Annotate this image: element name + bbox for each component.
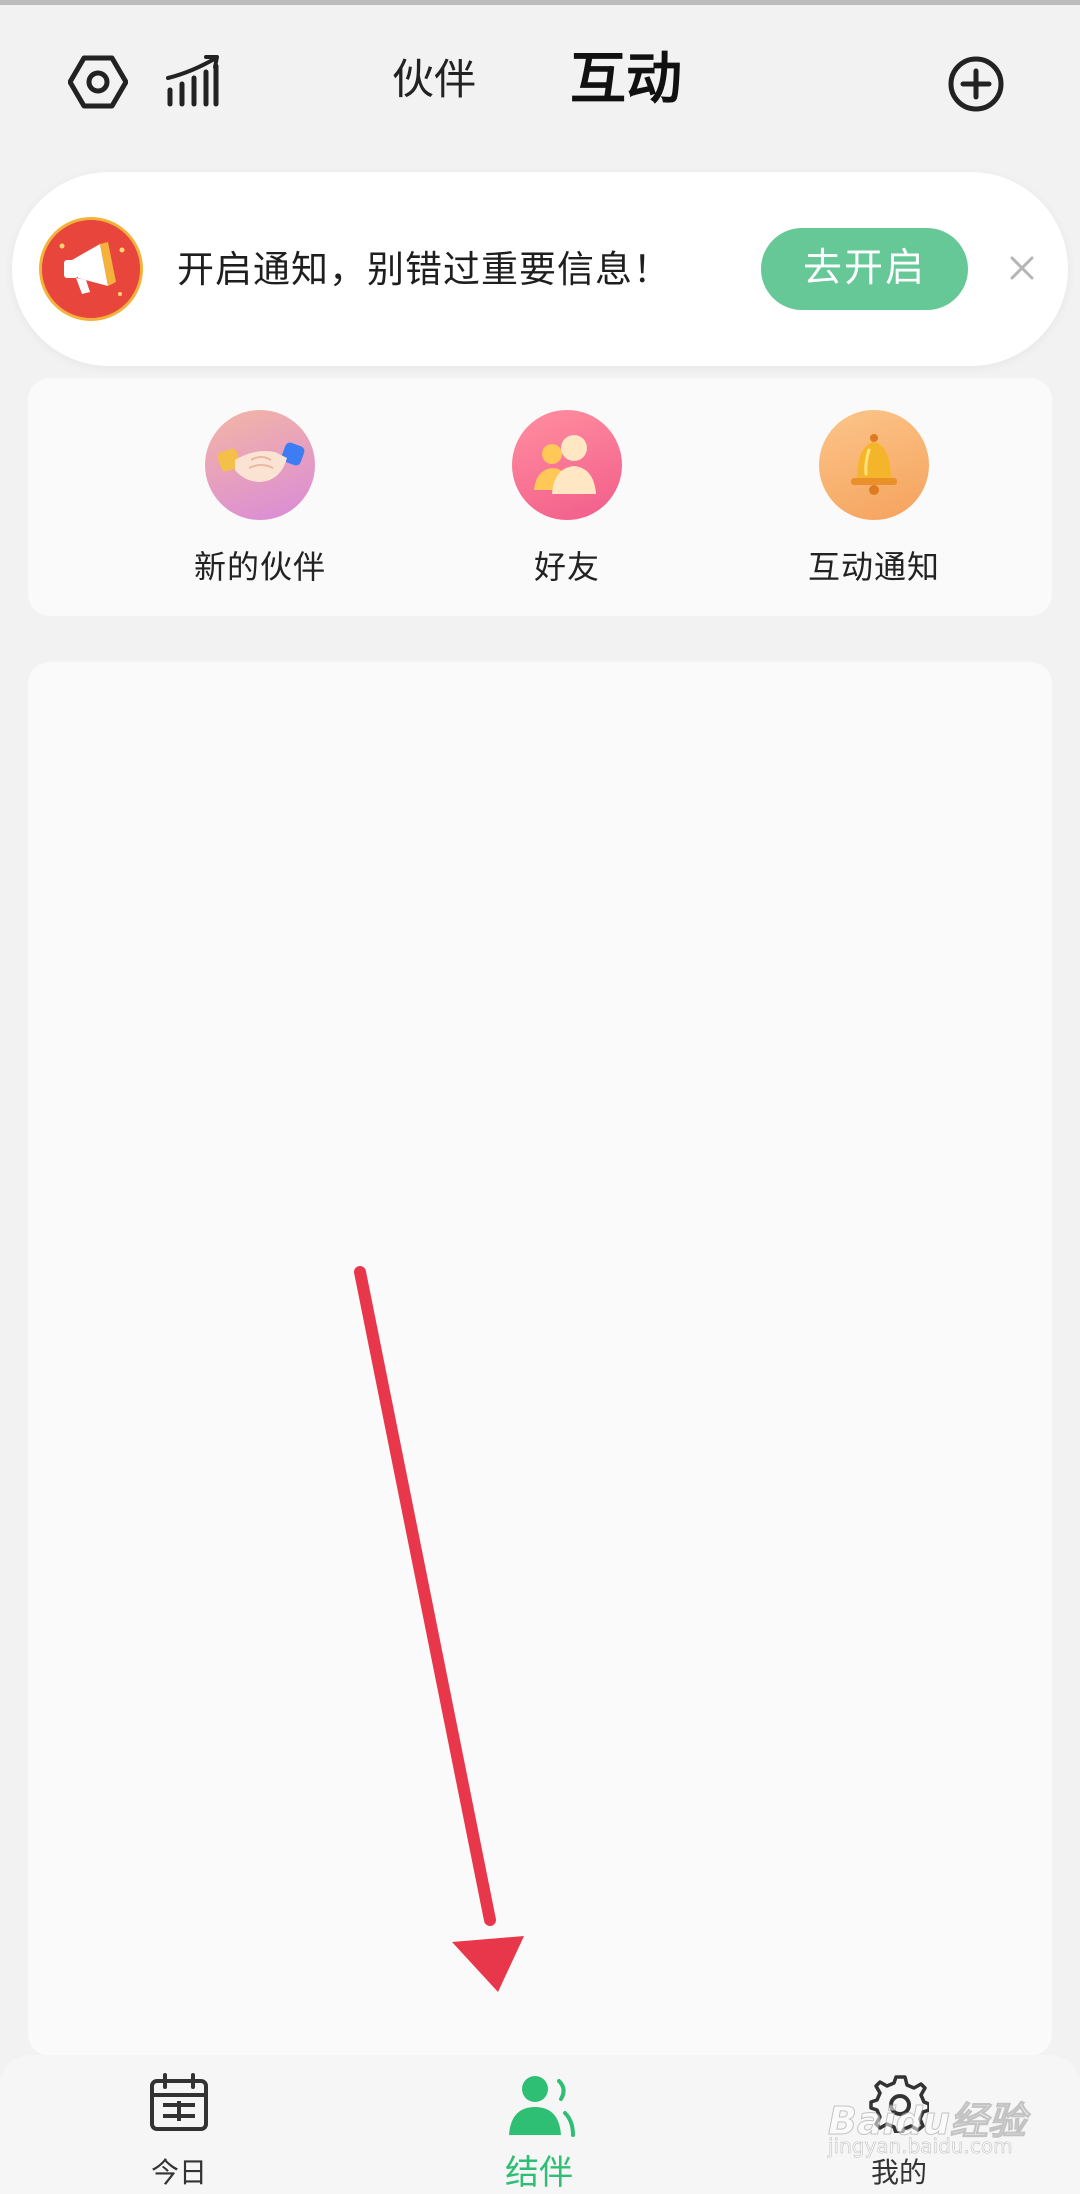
baidu-watermark: Baidu经验 jingyan.baidu.com: [828, 2082, 1048, 2162]
bell-icon: [819, 410, 929, 520]
watermark-url: jingyan.baidu.com: [828, 2134, 1013, 2159]
header: 伙伴 互动: [0, 0, 1080, 170]
stats-icon[interactable]: [162, 52, 222, 112]
friends-icon: [512, 410, 622, 520]
calendar-icon: [149, 2073, 209, 2133]
quick-actions: 新的伙伴 好友 互动通知: [28, 378, 1052, 616]
megaphone-icon: [39, 217, 143, 321]
tab-partner[interactable]: 伙伴: [392, 40, 476, 120]
nav-item-partner[interactable]: 结伴: [439, 2055, 639, 2194]
hexagon-settings-icon[interactable]: [68, 52, 128, 112]
quick-action-new-partner[interactable]: 新的伙伴: [170, 410, 350, 588]
notification-message: 开启通知，别错过重要信息！: [177, 248, 671, 291]
enable-notification-button[interactable]: 去开启: [761, 228, 968, 310]
quick-action-friends[interactable]: 好友: [477, 410, 657, 588]
handshake-icon: [205, 410, 315, 520]
interaction-list: [28, 662, 1052, 2056]
close-icon[interactable]: [1002, 248, 1042, 288]
add-circle-icon[interactable]: [946, 54, 1006, 114]
quick-action-interaction-notice[interactable]: 互动通知: [784, 410, 964, 588]
notification-banner: 开启通知，别错过重要信息！ 去开启: [12, 172, 1068, 366]
annotation-arrow: [354, 1266, 524, 1992]
quick-action-label: 新的伙伴: [193, 548, 326, 586]
quick-action-label: 互动通知: [807, 548, 940, 586]
quick-action-label: 好友: [533, 548, 600, 586]
partner-icon: [509, 2073, 575, 2137]
nav-label-partner: 结伴: [505, 2153, 573, 2193]
nav-label-today: 今日: [150, 2156, 207, 2189]
nav-item-today[interactable]: 今日: [79, 2055, 279, 2194]
tab-interaction[interactable]: 互动: [570, 40, 682, 120]
